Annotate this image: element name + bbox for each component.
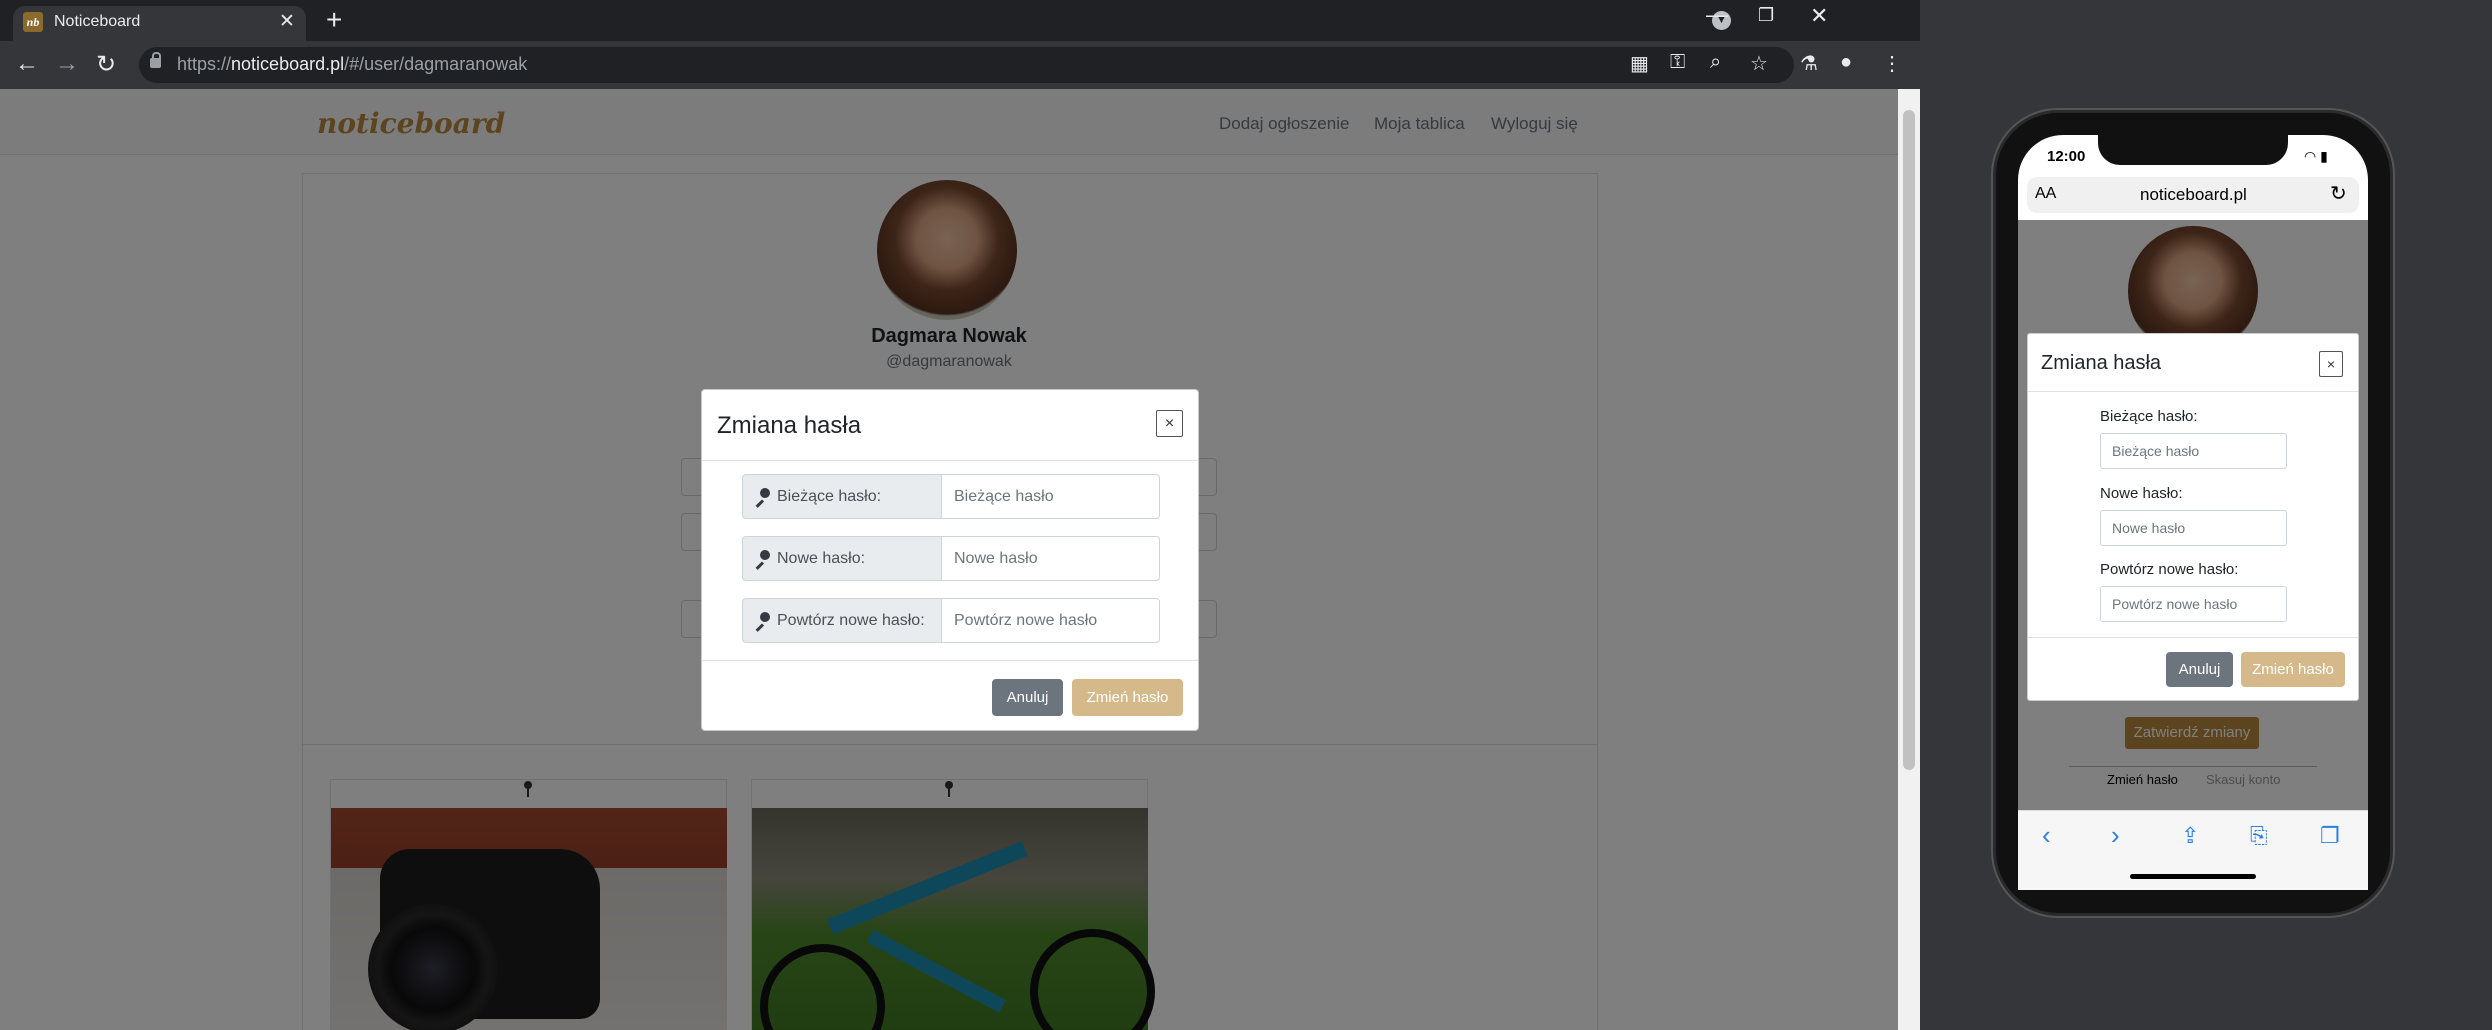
new-tab-icon[interactable]: +: [326, 4, 342, 36]
wifi-battery-icon: ◠ ▮: [2304, 148, 2328, 164]
zoom-icon[interactable]: ⌕: [1710, 51, 1721, 74]
browser-tab[interactable]: nb Noticeboard ✕: [13, 6, 306, 41]
repeat-password-input[interactable]: Powtórz nowe hasło: [2100, 586, 2287, 622]
modal-title: Zmiana hasła: [717, 412, 862, 439]
key-icon[interactable]: ⚿: [1670, 51, 1685, 74]
key-icon: [754, 550, 770, 566]
repeat-password-input[interactable]: Powtórz nowe hasło: [941, 598, 1160, 643]
mobile-url[interactable]: noticeboard.pl: [2140, 185, 2247, 205]
current-password-group: Bieżące hasło: Bieżące hasło: [742, 474, 1160, 519]
change-password-button[interactable]: Zmień hasło: [2241, 652, 2345, 687]
repeat-password-group: Powtórz nowe hasło: Powtórz nowe hasło: [742, 598, 1160, 643]
restore-window-icon[interactable]: ❐: [1758, 5, 1774, 26]
divider: [2028, 391, 2358, 392]
current-password-input[interactable]: Bieżące hasło: [941, 474, 1160, 519]
favicon-icon: nb: [23, 12, 43, 32]
text-size-button[interactable]: AA: [2035, 185, 2056, 203]
close-window-icon[interactable]: ✕: [1810, 3, 1828, 29]
repeat-password-label: Powtórz nowe hasło:: [2100, 561, 2239, 578]
tab-title: Noticeboard: [54, 13, 141, 30]
status-time: 12:00: [2047, 148, 2086, 165]
bookmark-star-icon[interactable]: ☆: [1750, 51, 1768, 76]
current-password-input[interactable]: Bieżące hasło: [2100, 433, 2287, 469]
bookmarks-icon[interactable]: ⎘: [2250, 823, 2268, 849]
new-password-label: Nowe hasło:: [2100, 485, 2183, 502]
forward-arrow-icon[interactable]: ›: [2111, 820, 2120, 851]
phone-notch: [2098, 135, 2288, 165]
new-password-group: Nowe hasło: Nowe hasło: [742, 536, 1160, 581]
profile-icon[interactable]: ●: [1840, 51, 1852, 74]
reload-icon[interactable]: ↻: [2330, 181, 2347, 206]
labs-flask-icon[interactable]: ⚗: [1800, 51, 1818, 76]
new-password-input[interactable]: Nowe hasło: [941, 536, 1160, 581]
menu-dots-icon[interactable]: ⋮: [1882, 51, 1902, 76]
modal-close-button[interactable]: ×: [2319, 351, 2343, 377]
current-password-label: Bieżące hasło:: [742, 474, 942, 519]
change-password-modal: Zmiana hasła × Bieżące hasło: Bieżące ha…: [701, 389, 1199, 731]
home-indicator: [2130, 874, 2256, 879]
share-icon[interactable]: ⇪: [2181, 823, 2199, 849]
url-text[interactable]: https://noticeboard.pl/#/user/dagmaranow…: [177, 54, 527, 75]
change-password-button[interactable]: Zmień hasło: [1072, 679, 1183, 716]
cancel-button[interactable]: Anuluj: [2166, 652, 2233, 687]
key-icon: [754, 612, 770, 628]
reload-icon[interactable]: ↻: [96, 50, 116, 79]
cancel-button[interactable]: Anuluj: [992, 679, 1063, 716]
lock-icon[interactable]: [150, 52, 161, 68]
divider: [702, 660, 1198, 661]
new-password-input[interactable]: Nowe hasło: [2100, 510, 2287, 546]
current-password-label: Bieżące hasło:: [2100, 408, 2198, 425]
repeat-password-label: Powtórz nowe hasło:: [742, 598, 942, 643]
modal-close-button[interactable]: ×: [1156, 410, 1183, 437]
page-viewport: noticeboard Dodaj ogłoszenie Moja tablic…: [0, 89, 1898, 1030]
modal-title: Zmiana hasła: [2041, 352, 2162, 374]
key-icon: [754, 488, 770, 504]
divider: [2028, 637, 2358, 638]
back-arrow-icon[interactable]: ←: [15, 50, 39, 78]
qr-code-icon[interactable]: ▦: [1630, 51, 1649, 76]
forward-arrow-icon[interactable]: →: [55, 50, 79, 78]
new-password-label: Nowe hasło:: [742, 536, 942, 581]
tab-close-icon[interactable]: ✕: [279, 10, 295, 33]
back-arrow-icon[interactable]: ‹: [2042, 820, 2051, 851]
scrollbar-thumb[interactable]: [1903, 110, 1915, 770]
minimize-window-icon[interactable]: —: [1706, 2, 1728, 28]
change-password-modal: Zmiana hasła × Bieżące hasło: Bieżące ha…: [2027, 333, 2359, 701]
tabs-icon[interactable]: ❐: [2320, 823, 2340, 849]
divider: [702, 460, 1198, 461]
